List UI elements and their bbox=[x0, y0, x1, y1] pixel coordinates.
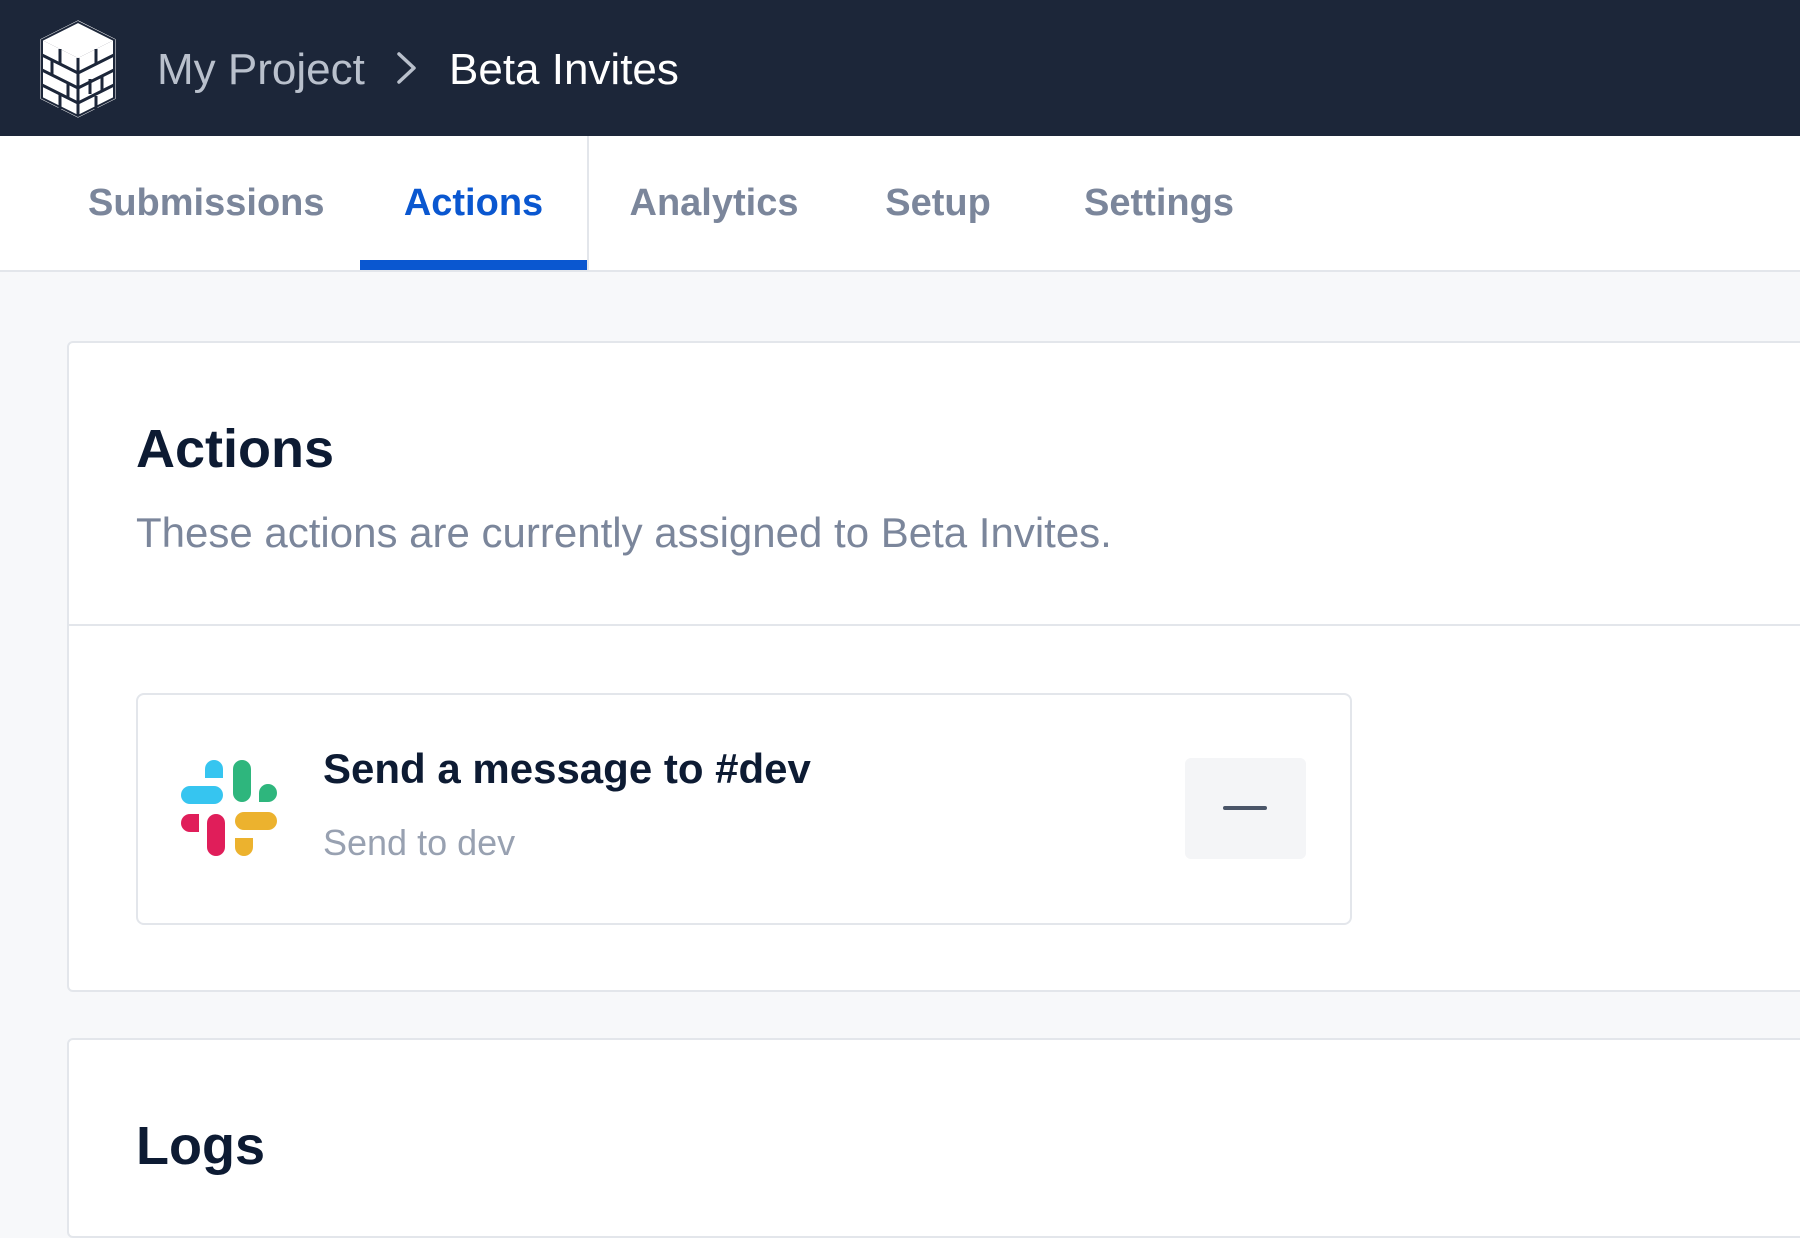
actions-card: Actions These actions are currently assi… bbox=[67, 341, 1800, 992]
top-bar: My Project Beta Invites bbox=[0, 0, 1800, 136]
action-subtitle: Send to dev bbox=[323, 822, 516, 863]
actions-description: These actions are currently assigned to … bbox=[136, 509, 1112, 556]
slack-icon bbox=[181, 760, 277, 856]
tab-bar: Submissions Actions Analytics Setup Sett… bbox=[0, 136, 1800, 272]
tab-setup[interactable]: Setup bbox=[880, 136, 996, 270]
logs-card: Logs bbox=[67, 1038, 1800, 1238]
tab-actions[interactable]: Actions bbox=[360, 136, 587, 270]
brick-cube-logo-icon[interactable] bbox=[40, 20, 116, 118]
active-tab-indicator bbox=[360, 260, 587, 270]
minus-icon bbox=[1223, 806, 1267, 810]
card-divider bbox=[69, 624, 1800, 626]
tab-settings[interactable]: Settings bbox=[1077, 136, 1241, 270]
action-item[interactable]: Send a message to #dev Send to dev bbox=[136, 693, 1352, 925]
action-title: Send a message to #dev bbox=[323, 745, 811, 792]
remove-action-button[interactable] bbox=[1185, 758, 1306, 859]
tab-divider bbox=[587, 136, 589, 270]
logs-title: Logs bbox=[136, 1116, 265, 1176]
tab-analytics[interactable]: Analytics bbox=[627, 136, 801, 270]
chevron-right-icon bbox=[397, 52, 416, 84]
actions-title: Actions bbox=[136, 419, 335, 479]
tab-submissions[interactable]: Submissions bbox=[88, 136, 325, 270]
breadcrumb-current: Beta Invites bbox=[449, 45, 679, 94]
breadcrumb-project[interactable]: My Project bbox=[157, 44, 365, 96]
